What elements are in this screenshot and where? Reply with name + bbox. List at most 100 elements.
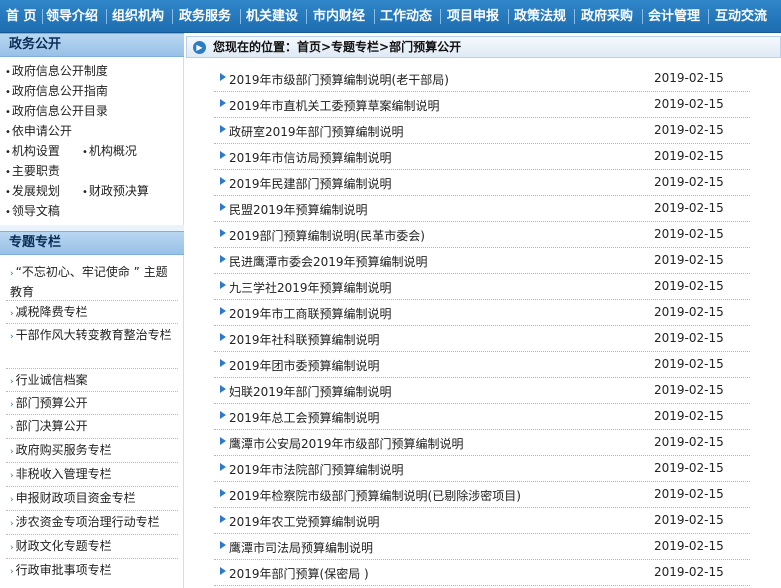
nav-accounting[interactable]: 会计管理 — [648, 0, 700, 33]
list-item-title[interactable]: 2019年市直机关工委预算草案编制说明 — [229, 97, 440, 114]
list-item-title[interactable]: 政研室2019年部门预算编制说明 — [229, 123, 404, 140]
nav-gov-services[interactable]: 政务服务 — [179, 0, 231, 33]
list-item-title[interactable]: 2019年团市委预算编制说明 — [229, 357, 380, 374]
list-item-title[interactable]: 九三学社2019年预算编制说明 — [229, 279, 392, 296]
triangle-bullet-icon — [220, 99, 226, 107]
list-item[interactable]: 2019年部门预算(保密局 ) 2019-02-15 — [214, 560, 750, 586]
gov-item-planning[interactable]: 发展规划 — [5, 182, 60, 199]
nav-divider — [708, 9, 709, 24]
list-item[interactable]: 2019年市直机关工委预算草案编制说明 2019-02-15 — [214, 92, 750, 118]
list-item-date: 2019-02-15 — [654, 149, 724, 163]
list-item-title[interactable]: 2019年市工商联预算编制说明 — [229, 305, 392, 322]
topic-item-project-fund[interactable]: › 申报财政项目资金专栏 — [10, 489, 176, 509]
nav-agency-building[interactable]: 机关建设 — [246, 0, 298, 33]
divider — [6, 462, 178, 463]
nav-divider — [106, 9, 107, 24]
list-item[interactable]: 民盟2019年预算编制说明 2019-02-15 — [214, 196, 750, 222]
divider — [6, 300, 178, 301]
nav-divider — [306, 9, 307, 24]
topic-item-agri-fund[interactable]: › 涉农资金专项治理行动专栏 — [10, 513, 176, 533]
list-item-date: 2019-02-15 — [654, 331, 724, 345]
nav-city-finance[interactable]: 市内财经 — [313, 0, 365, 33]
divider — [6, 438, 178, 439]
list-item[interactable]: 2019年市工商联预算编制说明 2019-02-15 — [214, 300, 750, 326]
list-item-title[interactable]: 民盟2019年预算编制说明 — [229, 201, 368, 218]
list-item[interactable]: 2019年农工党预算编制说明 2019-02-15 — [214, 508, 750, 534]
gov-item-system[interactable]: 政府信息公开制度 — [5, 62, 108, 79]
list-item-title[interactable]: 2019年市信访局预算编制说明 — [229, 149, 392, 166]
list-item[interactable]: 鹰潭市公安局2019年市级部门预算编制说明 2019-02-15 — [214, 430, 750, 456]
nav-divider — [172, 9, 173, 24]
gov-item-guide[interactable]: 政府信息公开指南 — [5, 82, 108, 99]
nav-home[interactable]: 首 页 — [6, 0, 37, 33]
triangle-bullet-icon — [220, 73, 226, 81]
topic-item-nontax[interactable]: › 非税收入管理专栏 — [10, 465, 176, 485]
topic-item-cadre-style[interactable]: › 干部作风大转变教育整治专栏 — [10, 326, 176, 346]
divider — [6, 558, 178, 559]
divider — [6, 414, 178, 415]
nav-organization[interactable]: 组织机构 — [112, 0, 164, 33]
nav-policy-law[interactable]: 政策法规 — [514, 0, 566, 33]
nav-interaction[interactable]: 互动交流 — [715, 0, 767, 33]
breadcrumb-text: 您现在的位置：首页>专题专栏>部门预算公开 — [213, 40, 462, 54]
list-item-title[interactable]: 2019年总工会预算编制说明 — [229, 409, 380, 426]
topic-item-finance-culture[interactable]: › 财政文化专题专栏 — [10, 537, 176, 557]
list-item[interactable]: 2019年民建部门预算编制说明 2019-02-15 — [214, 170, 750, 196]
topic-item-integrity[interactable]: › 行业诚信档案 — [10, 371, 176, 391]
list-item[interactable]: 九三学社2019年预算编制说明 2019-02-15 — [214, 274, 750, 300]
nav-procurement[interactable]: 政府采购 — [581, 0, 633, 33]
triangle-bullet-icon — [220, 203, 226, 211]
list-item-title[interactable]: 民进鹰潭市委会2019年预算编制说明 — [229, 253, 428, 270]
list-item[interactable]: 2019年社科联预算编制说明 2019-02-15 — [214, 326, 750, 352]
list-item-date: 2019-02-15 — [654, 461, 724, 475]
nav-leaders[interactable]: 领导介绍 — [46, 0, 98, 33]
divider — [6, 368, 178, 369]
gov-item-leader-docs[interactable]: 领导文稿 — [5, 202, 60, 219]
nav-work-news[interactable]: 工作动态 — [380, 0, 432, 33]
list-item-title[interactable]: 2019年市法院部门预算编制说明 — [229, 461, 404, 478]
list-item[interactable]: 2019年市信访局预算编制说明 2019-02-15 — [214, 144, 750, 170]
nav-project-apply[interactable]: 项目申报 — [447, 0, 499, 33]
gov-item-request[interactable]: 依申请公开 — [5, 122, 72, 139]
list-item-title[interactable]: 鹰潭市公安局2019年市级部门预算编制说明 — [229, 435, 464, 452]
list-item[interactable]: 2019部门预算编制说明(民革市委会) 2019-02-15 — [214, 222, 750, 248]
list-item-title[interactable]: 2019年社科联预算编制说明 — [229, 331, 380, 348]
left-sidebar: 政务公开 政府信息公开制度 政府信息公开指南 政府信息公开目录 依申请公开 机构… — [0, 33, 184, 588]
gov-item-catalog[interactable]: 政府信息公开目录 — [5, 102, 108, 119]
gov-item-budget[interactable]: 财政预决算 — [82, 182, 149, 199]
list-item[interactable]: 政研室2019年部门预算编制说明 2019-02-15 — [214, 118, 750, 144]
nav-divider — [374, 9, 375, 24]
topic-item-admin-approval[interactable]: › 行政审批事项专栏 — [10, 561, 176, 581]
list-item-title[interactable]: 2019年市级部门预算编制说明(老干部局) — [229, 71, 449, 88]
list-item-title[interactable]: 2019年民建部门预算编制说明 — [229, 175, 392, 192]
topic-item-education[interactable]: › “不忘初心、牢记使命 ” 主题教育 — [10, 263, 176, 301]
list-item[interactable]: 2019年总工会预算编制说明 2019-02-15 — [214, 404, 750, 430]
triangle-bullet-icon — [220, 541, 226, 549]
gov-open-box: 政府信息公开制度 政府信息公开指南 政府信息公开目录 依申请公开 机构设置 机构… — [0, 57, 184, 225]
list-item-title[interactable]: 2019年农工党预算编制说明 — [229, 513, 380, 530]
list-item-title[interactable]: 妇联2019年部门预算编制说明 — [229, 383, 392, 400]
triangle-bullet-icon — [220, 307, 226, 315]
list-item[interactable]: 2019年市法院部门预算编制说明 2019-02-15 — [214, 456, 750, 482]
list-item-title[interactable]: 2019年检察院市级部门预算编制说明(已剔除涉密项目) — [229, 487, 521, 504]
nav-divider — [574, 9, 575, 24]
gov-item-org-overview[interactable]: 机构概况 — [82, 142, 137, 159]
list-item[interactable]: 妇联2019年部门预算编制说明 2019-02-15 — [214, 378, 750, 404]
topic-item-purchase-service[interactable]: › 政府购买服务专栏 — [10, 441, 176, 461]
topic-item-dept-budget[interactable]: › 部门预算公开 — [10, 394, 176, 414]
topic-item-tax-cut[interactable]: › 减税降费专栏 — [10, 303, 176, 323]
list-item[interactable]: 2019年检察院市级部门预算编制说明(已剔除涉密项目) 2019-02-15 — [214, 482, 750, 508]
list-item[interactable]: 2019年团市委预算编制说明 2019-02-15 — [214, 352, 750, 378]
list-item[interactable]: 鹰潭市司法局预算编制说明 2019-02-15 — [214, 534, 750, 560]
list-item-title[interactable]: 鹰潭市司法局预算编制说明 — [229, 539, 373, 556]
gov-item-duties[interactable]: 主要职责 — [5, 162, 60, 179]
triangle-bullet-icon — [220, 177, 226, 185]
list-item-title[interactable]: 2019部门预算编制说明(民革市委会) — [229, 227, 425, 244]
list-item[interactable]: 2019年市级部门预算编制说明(老干部局) 2019-02-15 — [214, 66, 750, 92]
nav-divider — [642, 9, 643, 24]
list-item-date: 2019-02-15 — [654, 123, 724, 137]
list-item[interactable]: 民进鹰潭市委会2019年预算编制说明 2019-02-15 — [214, 248, 750, 274]
gov-item-org-setup[interactable]: 机构设置 — [5, 142, 60, 159]
topic-item-dept-final[interactable]: › 部门决算公开 — [10, 417, 176, 437]
list-item-title[interactable]: 2019年部门预算(保密局 ) — [229, 565, 369, 582]
